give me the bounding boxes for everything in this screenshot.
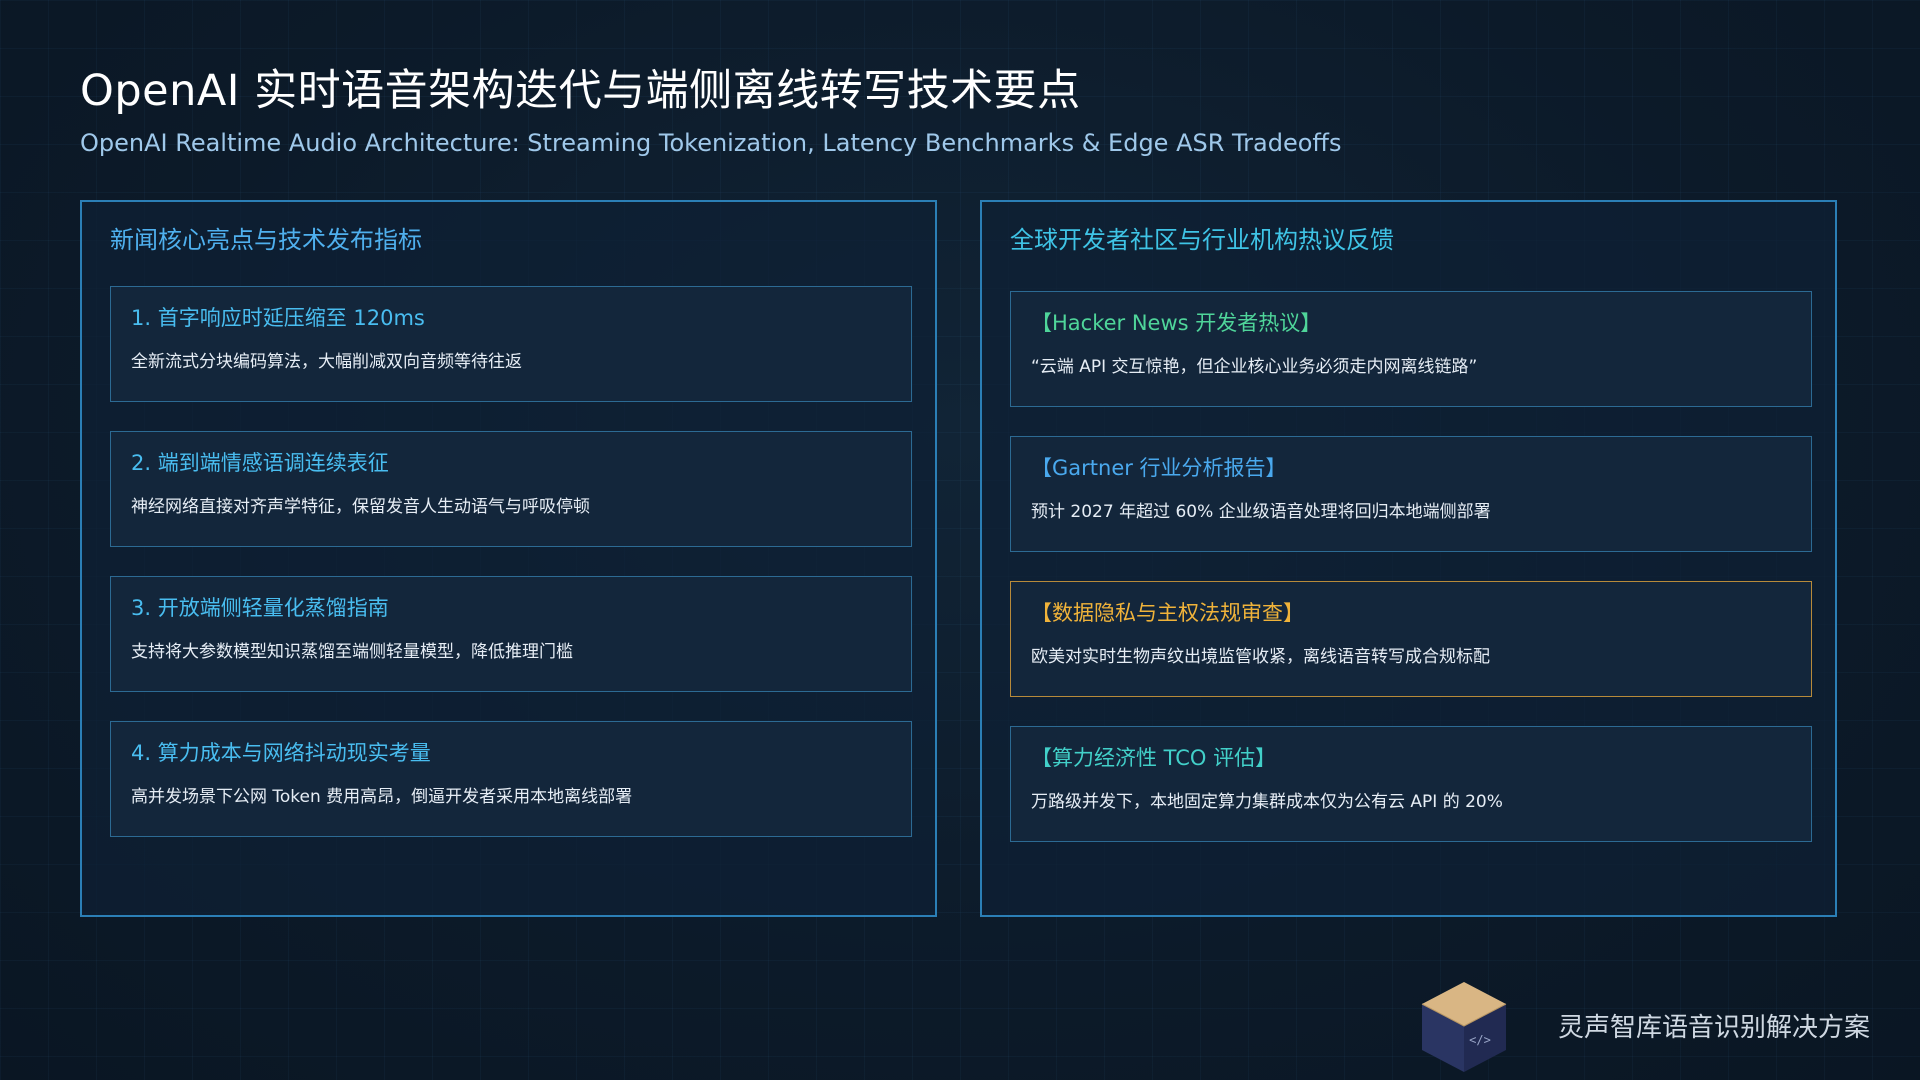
feedback-card-gartner: 【Gartner 行业分析报告】 预计 2027 年超过 60% 企业级语音处理… xyxy=(1010,436,1812,552)
highlight-card-latency: 1. 首字响应时延压缩至 120ms 全新流式分块编码算法，大幅削减双向音频等待… xyxy=(110,286,912,402)
card-title: 2. 端到端情感语调连续表征 xyxy=(131,451,389,475)
highlight-card-distillation: 3. 开放端侧轻量化蒸馏指南 支持将大参数模型知识蒸馏至端侧轻量模型，降低推理门… xyxy=(110,576,912,692)
cube-code-icon: </> xyxy=(1421,982,1507,1072)
brand-name: 灵声智库语音识别解决方案 xyxy=(1558,1013,1871,1043)
card-description: 万路级并发下，本地固定算力集群成本仅为公有云 API 的 20% xyxy=(1031,792,1503,812)
feedback-card-hacker-news: 【Hacker News 开发者热议】 “云端 API 交互惊艳，但企业核心业务… xyxy=(1010,291,1812,407)
card-description: 神经网络直接对齐声学特征，保留发音人生动语气与呼吸停顿 xyxy=(131,497,590,517)
card-title: 4. 算力成本与网络抖动现实考量 xyxy=(131,741,431,765)
news-highlights-panel: 新闻核心亮点与技术发布指标 1. 首字响应时延压缩至 120ms 全新流式分块编… xyxy=(80,200,937,917)
brand-footer: </> 灵声智库语音识别解决方案 xyxy=(1418,978,1878,1074)
highlight-card-cost: 4. 算力成本与网络抖动现实考量 高并发场景下公网 Token 费用高昂，倒逼开… xyxy=(110,721,912,837)
logo-glyph: </> xyxy=(1469,1033,1491,1047)
feedback-card-privacy: 【数据隐私与主权法规审查】 欧美对实时生物声纹出境监管收紧，离线语音转写成合规标… xyxy=(1010,581,1812,697)
community-feedback-panel: 全球开发者社区与行业机构热议反馈 【Hacker News 开发者热议】 “云端… xyxy=(980,200,1837,917)
card-description: 高并发场景下公网 Token 费用高昂，倒逼开发者采用本地离线部署 xyxy=(131,787,633,807)
panel-heading: 新闻核心亮点与技术发布指标 xyxy=(110,226,422,254)
card-description: “云端 API 交互惊艳，但企业核心业务必须走内网离线链路” xyxy=(1031,357,1478,377)
highlight-card-emotion: 2. 端到端情感语调连续表征 神经网络直接对齐声学特征，保留发音人生动语气与呼吸… xyxy=(110,431,912,547)
card-description: 全新流式分块编码算法，大幅削减双向音频等待往返 xyxy=(131,352,522,372)
card-title: 【算力经济性 TCO 评估】 xyxy=(1031,746,1277,770)
panel-heading: 全球开发者社区与行业机构热议反馈 xyxy=(1010,226,1394,254)
feedback-card-tco: 【算力经济性 TCO 评估】 万路级并发下，本地固定算力集群成本仅为公有云 AP… xyxy=(1010,726,1812,842)
header: OpenAI 实时语音架构迭代与端侧离线转写技术要点 OpenAI Realti… xyxy=(80,60,1840,160)
card-title: 1. 首字响应时延压缩至 120ms xyxy=(131,306,425,330)
page-title: OpenAI 实时语音架构迭代与端侧离线转写技术要点 xyxy=(80,66,1081,116)
card-title: 【Hacker News 开发者热议】 xyxy=(1031,311,1322,335)
card-description: 支持将大参数模型知识蒸馏至端侧轻量模型，降低推理门槛 xyxy=(131,642,573,662)
card-description: 欧美对实时生物声纹出境监管收紧，离线语音转写成合规标配 xyxy=(1031,647,1490,667)
page-subtitle: OpenAI Realtime Audio Architecture: Stre… xyxy=(80,129,1342,157)
card-title: 【数据隐私与主权法规审查】 xyxy=(1031,601,1304,625)
card-title: 【Gartner 行业分析报告】 xyxy=(1031,456,1287,480)
card-description: 预计 2027 年超过 60% 企业级语音处理将回归本地端侧部署 xyxy=(1031,502,1491,522)
card-title: 3. 开放端侧轻量化蒸馏指南 xyxy=(131,596,389,620)
